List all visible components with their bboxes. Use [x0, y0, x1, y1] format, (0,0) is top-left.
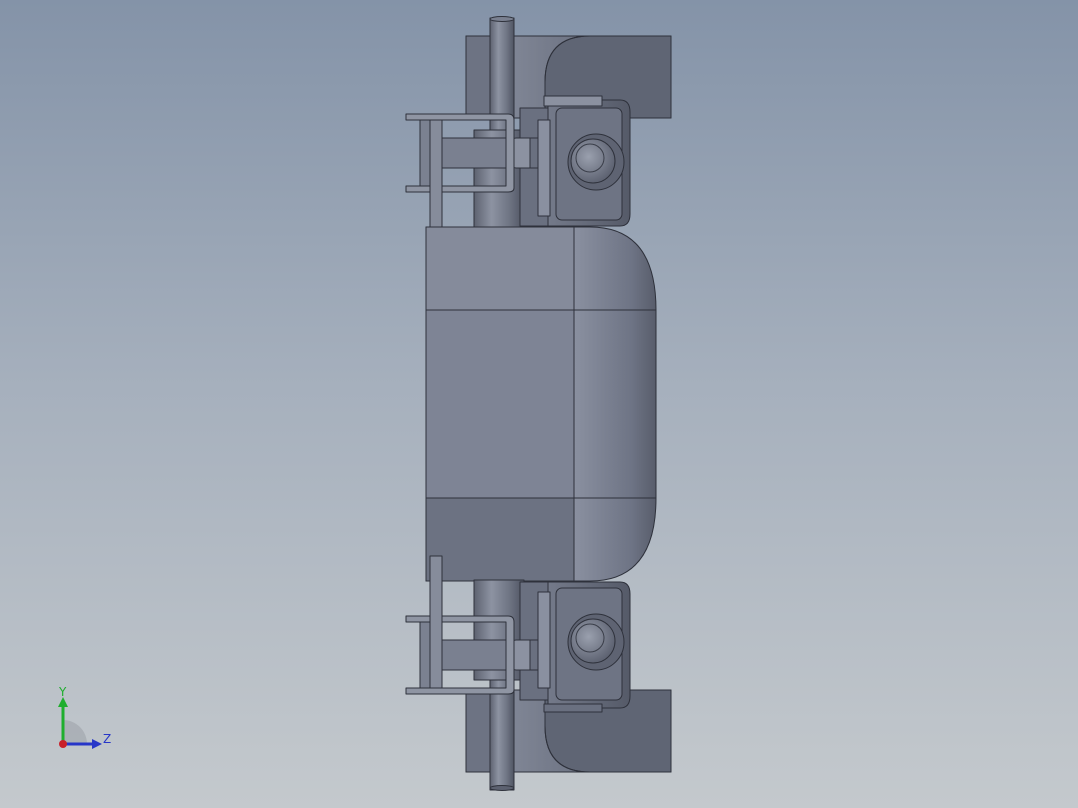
graphics-viewport[interactable]: Y Z: [0, 0, 1078, 808]
view-orientation-triad[interactable]: Y Z: [40, 680, 130, 760]
lower-valve-block: [511, 581, 631, 713]
main-tank: [425, 226, 657, 582]
z-axis-label: Z: [103, 732, 112, 746]
upper-valve-block: [511, 95, 631, 227]
cad-model[interactable]: [0, 0, 1078, 808]
y-axis-label: Y: [59, 685, 67, 699]
triad-axes: [58, 697, 102, 749]
